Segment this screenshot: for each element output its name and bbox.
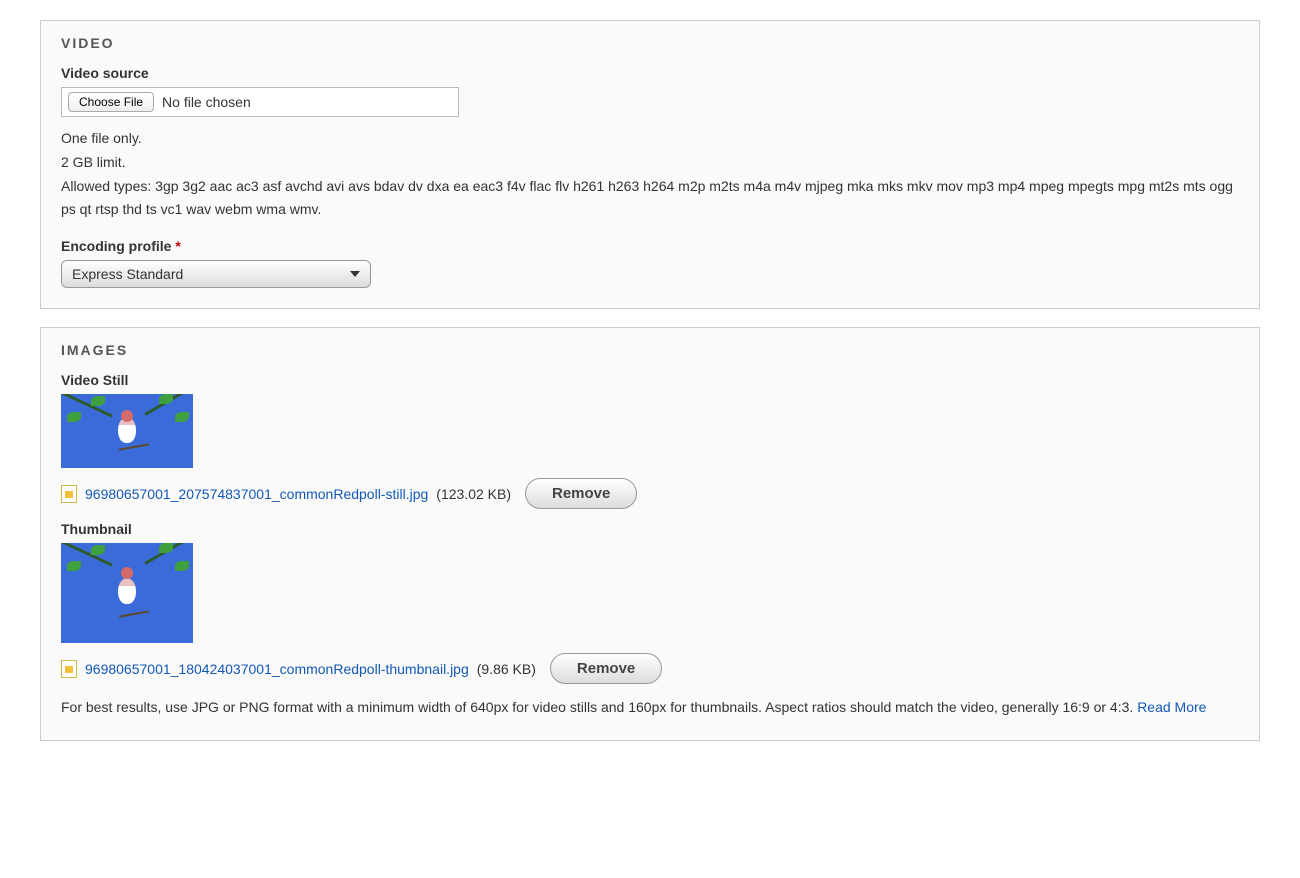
chevron-down-icon <box>350 271 360 277</box>
file-chosen-status: No file chosen <box>162 94 251 110</box>
encoding-profile-field: Encoding profile * Express Standard <box>61 238 1239 288</box>
help-one-file: One file only. <box>61 127 1239 151</box>
video-still-filesize: (123.02 KB) <box>436 486 511 502</box>
encoding-profile-selected: Express Standard <box>72 266 183 282</box>
thumbnail-filename-link[interactable]: 96980657001_180424037001_commonRedpoll-t… <box>85 661 469 677</box>
video-panel-title: VIDEO <box>61 35 1239 51</box>
video-still-thumbnail <box>61 394 193 468</box>
required-marker: * <box>175 238 180 254</box>
encoding-profile-select[interactable]: Express Standard <box>61 260 371 288</box>
video-source-file-input[interactable]: Choose File No file chosen <box>61 87 459 117</box>
images-panel: IMAGES Video Still 96980657001_207574837… <box>40 327 1260 741</box>
video-source-label: Video source <box>61 65 1239 81</box>
image-file-icon <box>61 485 77 503</box>
video-source-field: Video source Choose File No file chosen … <box>61 65 1239 222</box>
thumbnail-filesize: (9.86 KB) <box>477 661 536 677</box>
images-hint: For best results, use JPG or PNG format … <box>61 696 1239 720</box>
help-allowed-types: Allowed types: 3gp 3g2 aac ac3 asf avchd… <box>61 175 1239 223</box>
thumbnail-label: Thumbnail <box>61 521 1239 537</box>
video-still-file-row: 96980657001_207574837001_commonRedpoll-s… <box>61 478 1239 509</box>
images-hint-text: For best results, use JPG or PNG format … <box>61 699 1137 715</box>
read-more-link[interactable]: Read More <box>1137 699 1206 715</box>
video-still-label: Video Still <box>61 372 1239 388</box>
remove-thumbnail-button[interactable]: Remove <box>550 653 662 684</box>
image-file-icon <box>61 660 77 678</box>
help-size-limit: 2 GB limit. <box>61 151 1239 175</box>
video-still-filename-link[interactable]: 96980657001_207574837001_commonRedpoll-s… <box>85 486 428 502</box>
images-panel-title: IMAGES <box>61 342 1239 358</box>
remove-video-still-button[interactable]: Remove <box>525 478 637 509</box>
choose-file-button[interactable]: Choose File <box>68 92 154 112</box>
encoding-profile-label: Encoding profile * <box>61 238 1239 254</box>
thumbnail-thumbnail <box>61 543 193 643</box>
video-panel: VIDEO Video source Choose File No file c… <box>40 20 1260 309</box>
encoding-profile-label-text: Encoding profile <box>61 238 171 254</box>
thumbnail-file-row: 96980657001_180424037001_commonRedpoll-t… <box>61 653 1239 684</box>
